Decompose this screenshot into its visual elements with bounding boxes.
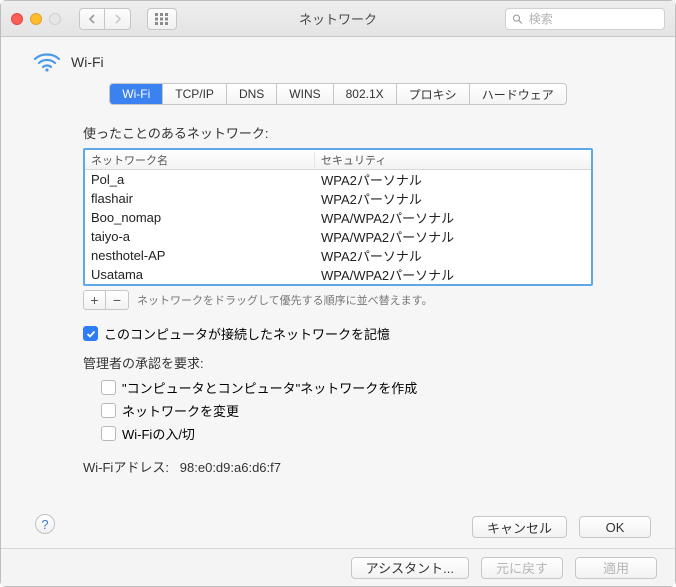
- search-input[interactable]: [527, 11, 658, 27]
- nav-back-forward: [79, 8, 131, 30]
- table-row[interactable]: Pol_aWPA2パーソナル: [85, 170, 591, 189]
- admin-change-network-checkbox[interactable]: [101, 403, 116, 418]
- pane-title: Wi-Fi: [71, 54, 104, 70]
- known-networks-label: 使ったことのあるネットワーク:: [83, 123, 593, 142]
- admin-approval-label: 管理者の承認を要求:: [83, 353, 593, 372]
- tab-hardware[interactable]: ハードウェア: [470, 84, 566, 104]
- revert-button: 元に戻す: [481, 557, 563, 579]
- sheet-buttons: キャンセル OK: [472, 516, 651, 538]
- admin-create-adhoc-label: "コンピュータとコンピュータ"ネットワークを作成: [122, 378, 417, 397]
- help-button[interactable]: ?: [35, 514, 55, 534]
- search-icon: [512, 13, 523, 25]
- remember-networks-row: このコンピュータが接続したネットワークを記憶: [83, 324, 593, 343]
- search-field[interactable]: [505, 8, 665, 30]
- wifi-address-value: 98:e0:d9:a6:d6:f7: [180, 460, 281, 475]
- preferences-window: ネットワーク Wi-Fi Wi-Fi TCP/IP DNS W: [0, 0, 676, 587]
- apply-button: 適用: [575, 557, 657, 579]
- tab-bar: Wi-Fi TCP/IP DNS WINS 802.1X プロキシ ハードウェア: [109, 83, 566, 105]
- table-row[interactable]: UsatamaWPA/WPA2パーソナル: [85, 265, 591, 284]
- assistant-button[interactable]: アシスタント...: [351, 557, 469, 579]
- wifi-address-row: Wi-Fiアドレス: 98:e0:d9:a6:d6:f7: [83, 457, 593, 476]
- tab-dns[interactable]: DNS: [227, 84, 277, 104]
- admin-toggle-wifi-label: Wi-Fiの入/切: [122, 424, 195, 443]
- tab-tcpip[interactable]: TCP/IP: [163, 84, 227, 104]
- remember-networks-label: このコンピュータが接続したネットワークを記憶: [104, 324, 390, 343]
- add-network-button[interactable]: +: [84, 291, 106, 309]
- ok-button[interactable]: OK: [579, 516, 651, 538]
- admin-toggle-wifi-checkbox[interactable]: [101, 426, 116, 441]
- table-header: ネットワーク名 セキュリティ: [85, 150, 591, 170]
- window-footer: アシスタント... 元に戻す 適用: [1, 548, 675, 586]
- reorder-hint: ネットワークをドラッグして優先する順序に並べ替えます。: [137, 292, 433, 308]
- col-header-name[interactable]: ネットワーク名: [85, 152, 315, 168]
- tab-wins[interactable]: WINS: [277, 84, 333, 104]
- tab-8021x[interactable]: 802.1X: [334, 84, 397, 104]
- remember-networks-checkbox[interactable]: [83, 326, 98, 341]
- table-row[interactable]: Boo_nomapWPA/WPA2パーソナル: [85, 208, 591, 227]
- remove-network-button[interactable]: −: [106, 291, 128, 309]
- tab-wifi[interactable]: Wi-Fi: [110, 84, 163, 104]
- table-row[interactable]: flashairWPA2パーソナル: [85, 189, 591, 208]
- window-controls: [11, 13, 61, 25]
- forward-button[interactable]: [105, 8, 131, 30]
- tab-proxy[interactable]: プロキシ: [397, 84, 470, 104]
- table-body: Pol_aWPA2パーソナル flashairWPA2パーソナル Boo_nom…: [85, 170, 591, 284]
- wifi-panel: 使ったことのあるネットワーク: ネットワーク名 セキュリティ Pol_aWPA2…: [25, 123, 651, 476]
- wifi-icon: [33, 51, 61, 73]
- zoom-window-button: [49, 13, 61, 25]
- minimize-window-button[interactable]: [30, 13, 42, 25]
- sheet-body: Wi-Fi Wi-Fi TCP/IP DNS WINS 802.1X プロキシ …: [1, 37, 675, 548]
- known-networks-table[interactable]: ネットワーク名 セキュリティ Pol_aWPA2パーソナル flashairWP…: [83, 148, 593, 286]
- add-remove-controls: + −: [83, 290, 129, 310]
- close-window-button[interactable]: [11, 13, 23, 25]
- titlebar: ネットワーク: [1, 1, 675, 37]
- admin-create-adhoc-checkbox[interactable]: [101, 380, 116, 395]
- table-row[interactable]: nesthotel-APWPA2パーソナル: [85, 246, 591, 265]
- admin-change-network-label: ネットワークを変更: [122, 401, 239, 420]
- table-row[interactable]: taiyo-aWPA/WPA2パーソナル: [85, 227, 591, 246]
- wifi-address-label: Wi-Fiアドレス:: [83, 460, 169, 475]
- col-header-security[interactable]: セキュリティ: [315, 152, 591, 168]
- back-button[interactable]: [79, 8, 105, 30]
- show-all-button[interactable]: [147, 8, 177, 30]
- cancel-button[interactable]: キャンセル: [472, 516, 567, 538]
